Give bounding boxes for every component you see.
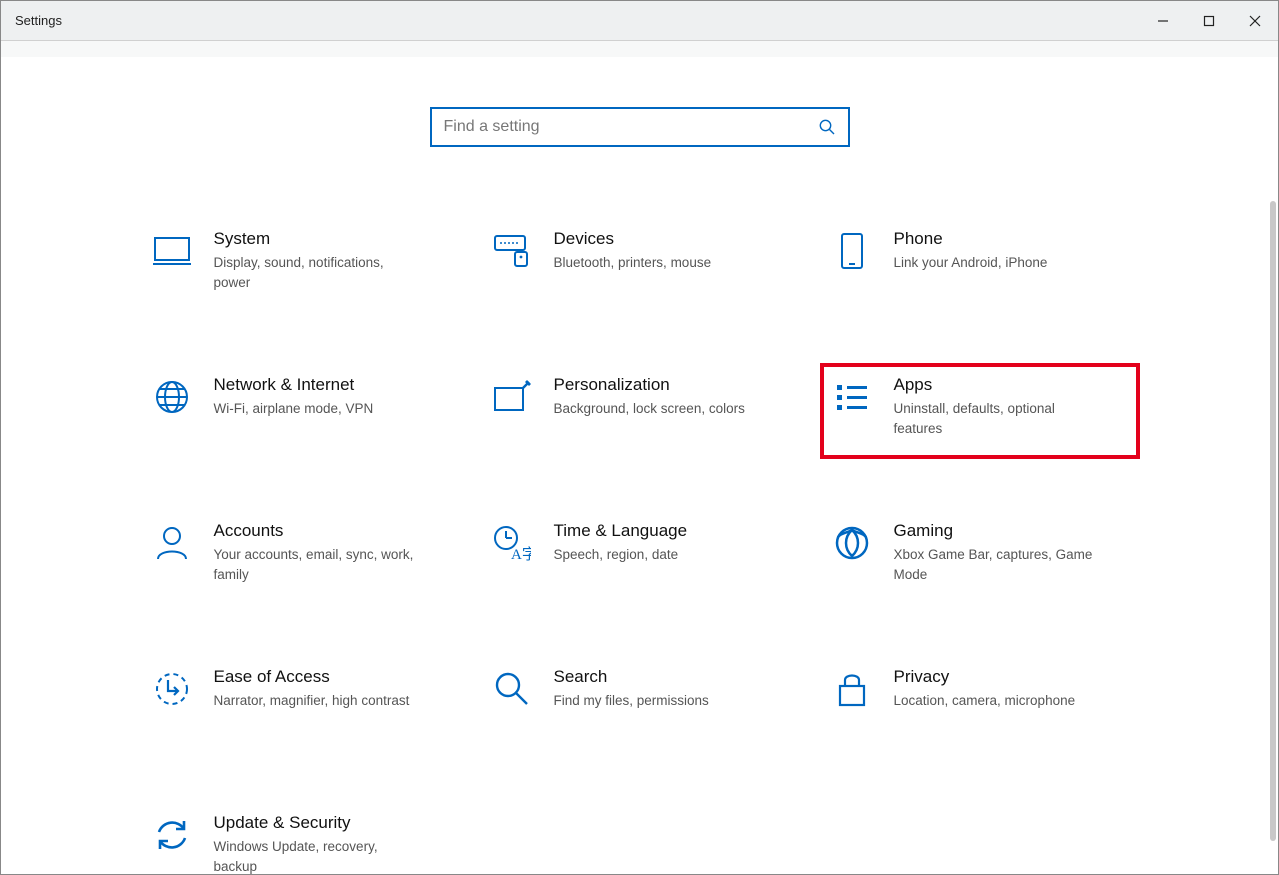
content-area: System Display, sound, notifications, po… [1, 57, 1278, 874]
accounts-icon [152, 523, 192, 563]
tile-devices[interactable]: Devices Bluetooth, printers, mouse [480, 217, 800, 313]
lock-icon [832, 669, 872, 709]
svg-text:A字: A字 [511, 546, 531, 561]
tile-system[interactable]: System Display, sound, notifications, po… [140, 217, 460, 313]
settings-grid: System Display, sound, notifications, po… [1, 217, 1278, 874]
tile-desc: Wi-Fi, airplane mode, VPN [214, 399, 374, 419]
tile-title: Privacy [894, 667, 1076, 687]
tile-desc: Display, sound, notifications, power [214, 253, 424, 292]
close-button[interactable] [1232, 1, 1278, 40]
tile-title: Update & Security [214, 813, 424, 833]
scrollbar[interactable] [1270, 201, 1276, 841]
tile-ease[interactable]: Ease of Access Narrator, magnifier, high… [140, 655, 460, 751]
tile-desc: Uninstall, defaults, optional features [894, 399, 1104, 438]
tile-desc: Link your Android, iPhone [894, 253, 1048, 273]
tile-title: Network & Internet [214, 375, 374, 395]
personalization-icon [492, 377, 532, 417]
tile-desc: Xbox Game Bar, captures, Game Mode [894, 545, 1104, 584]
close-icon [1249, 15, 1261, 27]
maximize-icon [1203, 15, 1215, 27]
tile-title: Search [554, 667, 709, 687]
maximize-button[interactable] [1186, 1, 1232, 40]
tile-desc: Bluetooth, printers, mouse [554, 253, 712, 273]
tile-gaming[interactable]: Gaming Xbox Game Bar, captures, Game Mod… [820, 509, 1140, 605]
time-language-icon: A字 [492, 523, 532, 563]
tile-title: Accounts [214, 521, 424, 541]
update-icon [152, 815, 192, 855]
search-icon[interactable] [818, 118, 836, 136]
titlebar: Settings [1, 1, 1278, 41]
tile-desc: Your accounts, email, sync, work, family [214, 545, 424, 584]
tile-desc: Find my files, permissions [554, 691, 709, 711]
tile-desc: Windows Update, recovery, backup [214, 837, 424, 874]
search-wrap [1, 107, 1278, 147]
phone-icon [832, 231, 872, 271]
tile-phone[interactable]: Phone Link your Android, iPhone [820, 217, 1140, 313]
tile-title: Phone [894, 229, 1048, 249]
minimize-icon [1157, 15, 1169, 27]
tile-desc: Location, camera, microphone [894, 691, 1076, 711]
search-category-icon [492, 669, 532, 709]
tile-title: Apps [894, 375, 1104, 395]
tile-title: Time & Language [554, 521, 688, 541]
window-controls [1140, 1, 1278, 40]
window-title: Settings [15, 13, 62, 28]
tile-personalization[interactable]: Personalization Background, lock screen,… [480, 363, 800, 459]
tile-title: Personalization [554, 375, 745, 395]
tile-network[interactable]: Network & Internet Wi-Fi, airplane mode,… [140, 363, 460, 459]
tile-accounts[interactable]: Accounts Your accounts, email, sync, wor… [140, 509, 460, 605]
tile-search[interactable]: Search Find my files, permissions [480, 655, 800, 751]
tile-time[interactable]: A字 Time & Language Speech, region, date [480, 509, 800, 605]
tile-desc: Narrator, magnifier, high contrast [214, 691, 410, 711]
tile-title: Ease of Access [214, 667, 410, 687]
search-box[interactable] [430, 107, 850, 147]
apps-icon [832, 377, 872, 417]
tile-title: System [214, 229, 424, 249]
tile-title: Devices [554, 229, 712, 249]
tile-update[interactable]: Update & Security Windows Update, recove… [140, 801, 460, 874]
globe-icon [152, 377, 192, 417]
tile-apps[interactable]: Apps Uninstall, defaults, optional featu… [820, 363, 1140, 459]
search-input[interactable] [444, 118, 818, 136]
tile-privacy[interactable]: Privacy Location, camera, microphone [820, 655, 1140, 751]
tile-title: Gaming [894, 521, 1104, 541]
tile-desc: Background, lock screen, colors [554, 399, 745, 419]
gaming-icon [832, 523, 872, 563]
system-icon [152, 231, 192, 271]
ease-of-access-icon [152, 669, 192, 709]
devices-icon [492, 231, 532, 271]
tile-desc: Speech, region, date [554, 545, 688, 565]
ribbon-strip [1, 41, 1278, 57]
minimize-button[interactable] [1140, 1, 1186, 40]
